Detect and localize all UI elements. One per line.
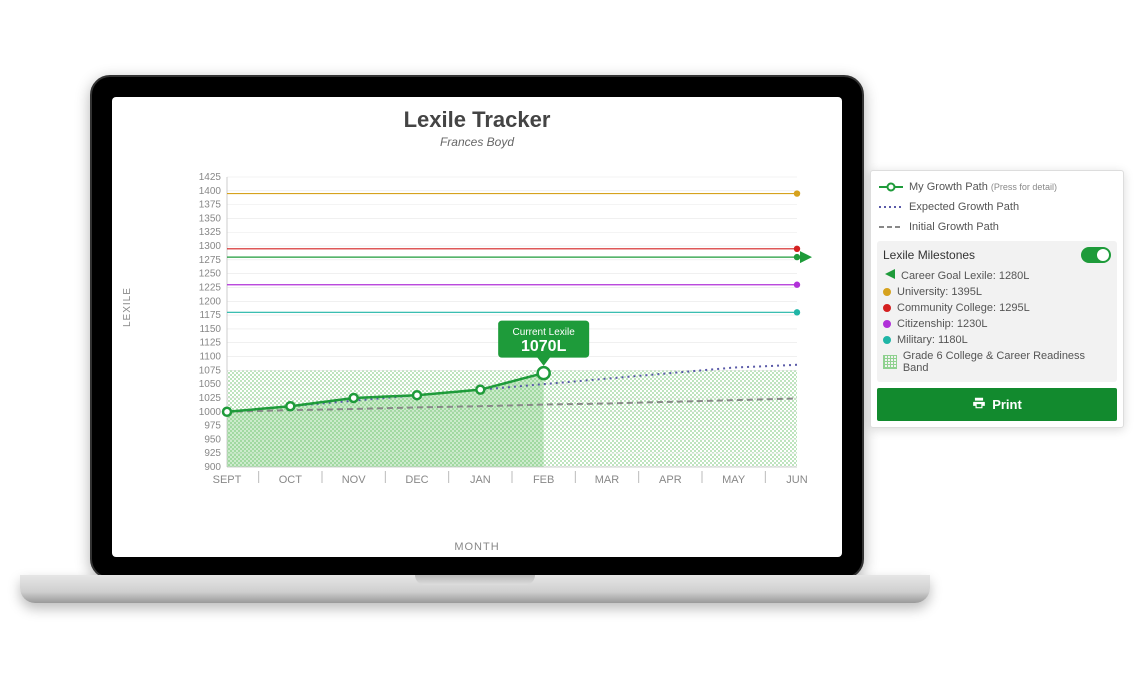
svg-text:1100: 1100 xyxy=(199,352,221,363)
svg-text:1025: 1025 xyxy=(199,393,222,404)
dot-icon xyxy=(883,288,891,296)
legend-expected: Expected Growth Path xyxy=(877,197,1117,217)
milestone-community: Community College: 1295L xyxy=(883,300,1111,316)
svg-text:APR: APR xyxy=(659,474,682,486)
laptop-base xyxy=(20,575,930,603)
milestone-career: Career Goal Lexile: 1280L xyxy=(883,267,1111,284)
milestones-title: Lexile Milestones xyxy=(883,248,975,262)
milestone-university: University: 1395L xyxy=(883,284,1111,300)
legend-my-growth[interactable]: My Growth Path (Press for detail) xyxy=(877,177,1117,197)
svg-text:1150: 1150 xyxy=(199,324,221,335)
svg-text:NOV: NOV xyxy=(342,474,367,486)
arrow-left-icon xyxy=(883,269,895,282)
milestones-box: Lexile Milestones Career Goal Lexile: 12… xyxy=(877,241,1117,382)
svg-text:JUN: JUN xyxy=(786,474,807,486)
svg-text:1225: 1225 xyxy=(199,282,222,293)
svg-text:DEC: DEC xyxy=(405,474,428,486)
legend-expected-label: Expected Growth Path xyxy=(909,201,1115,213)
svg-text:Current Lexile: Current Lexile xyxy=(513,327,576,338)
svg-text:925: 925 xyxy=(204,448,221,459)
svg-text:1050: 1050 xyxy=(199,379,222,390)
svg-text:MAR: MAR xyxy=(595,474,620,486)
svg-text:SEPT: SEPT xyxy=(213,474,242,486)
svg-text:1250: 1250 xyxy=(199,269,222,280)
lexile-chart: 900 925 950 975 1000 1025 1050 1075 1100 1125 1150… xyxy=(172,172,812,502)
svg-text:1200: 1200 xyxy=(199,296,222,307)
print-button-label: Print xyxy=(992,397,1022,412)
svg-text:JAN: JAN xyxy=(470,474,491,486)
band-pattern-icon xyxy=(883,355,897,369)
svg-text:1125: 1125 xyxy=(199,338,221,349)
page-title: Lexile Tracker xyxy=(130,107,824,133)
svg-text:1325: 1325 xyxy=(199,227,222,238)
svg-text:1275: 1275 xyxy=(199,255,222,266)
dot-icon xyxy=(883,336,891,344)
svg-text:1400: 1400 xyxy=(199,186,222,197)
svg-text:900: 900 xyxy=(204,462,221,473)
svg-text:950: 950 xyxy=(204,434,221,445)
legend-panel: My Growth Path (Press for detail) Expect… xyxy=(870,170,1124,428)
line-marker-icon xyxy=(879,182,903,192)
legend-my-growth-label: My Growth Path (Press for detail) xyxy=(909,181,1115,193)
print-icon xyxy=(972,396,986,413)
milestones-toggle[interactable] xyxy=(1081,247,1111,263)
legend-initial: Initial Growth Path xyxy=(877,217,1117,237)
y-axis-label: LEXILE xyxy=(122,287,133,327)
laptop-bezel: Lexile Tracker Frances Boyd LEXILE 900 92… xyxy=(90,75,864,579)
dot-icon xyxy=(883,320,891,328)
dot-icon xyxy=(883,304,891,312)
svg-text:OCT: OCT xyxy=(279,474,303,486)
svg-text:FEB: FEB xyxy=(533,474,554,486)
svg-text:MAY: MAY xyxy=(722,474,746,486)
milestone-military: Military: 1180L xyxy=(883,332,1111,348)
svg-text:975: 975 xyxy=(204,421,221,432)
svg-text:1175: 1175 xyxy=(199,310,221,321)
svg-text:1350: 1350 xyxy=(199,213,222,224)
svg-text:1070L: 1070L xyxy=(521,338,567,355)
student-name: Frances Boyd xyxy=(130,135,824,149)
svg-text:1075: 1075 xyxy=(199,365,222,376)
x-axis-label: MONTH xyxy=(112,541,842,553)
dotted-line-icon xyxy=(879,201,903,213)
milestone-band: Grade 6 College & Career Readiness Band xyxy=(883,348,1111,376)
screen: Lexile Tracker Frances Boyd LEXILE 900 92… xyxy=(112,97,842,557)
svg-text:1000: 1000 xyxy=(199,407,222,418)
dashed-line-icon xyxy=(879,221,903,233)
svg-text:1425: 1425 xyxy=(199,172,222,183)
legend-initial-label: Initial Growth Path xyxy=(909,221,1115,233)
svg-text:1375: 1375 xyxy=(199,200,222,211)
print-button[interactable]: Print xyxy=(877,388,1117,421)
milestone-citizenship: Citizenship: 1230L xyxy=(883,316,1111,332)
svg-text:1300: 1300 xyxy=(199,241,222,252)
